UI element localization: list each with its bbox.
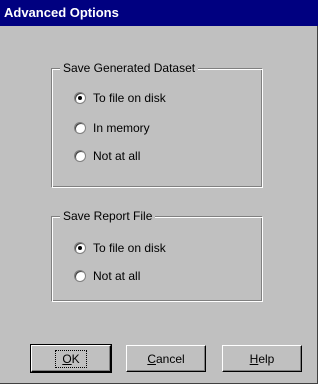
help-mnemonic: H [249,351,259,366]
radio-button[interactable] [74,150,86,162]
radio-button[interactable] [74,92,86,104]
save-report-file-group: Save Report File To file on disk Not at … [51,208,263,302]
radio-label: Not at all [93,269,141,283]
ok-mnemonic: O [62,351,72,366]
radio-report-none[interactable]: Not at all [74,267,140,285]
cancel-mnemonic: C [147,351,156,366]
advanced-options-dialog: Advanced Options Save Generated Dataset … [0,0,318,384]
radio-label: In memory [93,121,150,135]
radio-dataset-none[interactable]: Not at all [74,147,140,165]
radio-label: To file on disk [93,241,166,255]
radio-report-file[interactable]: To file on disk [74,239,166,257]
group-label: Save Generated Dataset [60,60,199,76]
title-bar: Advanced Options [0,0,318,26]
radio-dataset-file[interactable]: To file on disk [74,89,166,107]
radio-button[interactable] [74,270,86,282]
help-button[interactable]: Help [222,345,302,372]
help-label-rest: elp [258,351,275,366]
radio-dataset-memory[interactable]: In memory [74,119,150,137]
ok-button[interactable]: OK [30,344,112,373]
save-generated-dataset-group: Save Generated Dataset To file on disk I… [51,60,263,188]
radio-button[interactable] [74,122,86,134]
window-title: Advanced Options [4,5,119,20]
ok-label-rest: K [71,351,80,366]
cancel-button[interactable]: Cancel [126,345,206,372]
radio-label: Not at all [93,149,141,163]
radio-button[interactable] [74,242,86,254]
cancel-label-rest: ancel [155,351,185,366]
group-label: Save Report File [60,208,156,224]
radio-label: To file on disk [93,91,166,105]
ok-focus-rect: OK [55,349,87,368]
